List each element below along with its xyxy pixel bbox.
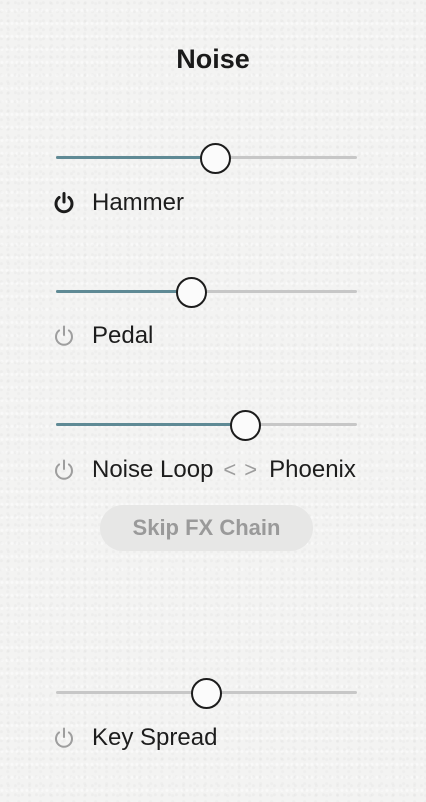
- power-icon[interactable]: [52, 726, 76, 750]
- noise-loop-row: Noise Loop < > Phoenix: [52, 455, 356, 485]
- power-icon[interactable]: [52, 458, 76, 482]
- power-icon[interactable]: [52, 324, 76, 348]
- slider-thumb[interactable]: [230, 410, 262, 441]
- power-icon[interactable]: [52, 191, 76, 215]
- pedal-label: Pedal: [92, 322, 154, 349]
- pedal-row: Pedal: [52, 321, 153, 351]
- noise-loop-slider[interactable]: [56, 410, 357, 441]
- slider-fill: [56, 423, 246, 426]
- slider-thumb[interactable]: [191, 678, 222, 709]
- pedal-slider[interactable]: [56, 277, 357, 308]
- slider-thumb[interactable]: [175, 277, 207, 308]
- key-spread-label: Key Spread: [92, 724, 218, 751]
- hammer-label: Hammer: [92, 189, 185, 216]
- preset-name[interactable]: Phoenix: [269, 456, 356, 484]
- key-spread-slider[interactable]: [56, 678, 357, 709]
- chevron-left-icon[interactable]: <: [223, 457, 236, 483]
- noise-loop-label: Noise Loop: [92, 456, 214, 483]
- slider-thumb[interactable]: [200, 143, 232, 174]
- hammer-row: Hammer: [52, 188, 184, 218]
- slider-fill: [56, 290, 192, 293]
- panel-title: Noise: [176, 44, 250, 74]
- key-spread-row: Key Spread: [52, 723, 217, 753]
- skip-fx-chain-button[interactable]: Skip FX Chain: [100, 505, 313, 551]
- slider-fill: [56, 156, 216, 159]
- chevron-right-icon[interactable]: >: [244, 457, 257, 483]
- hammer-slider[interactable]: [56, 143, 357, 174]
